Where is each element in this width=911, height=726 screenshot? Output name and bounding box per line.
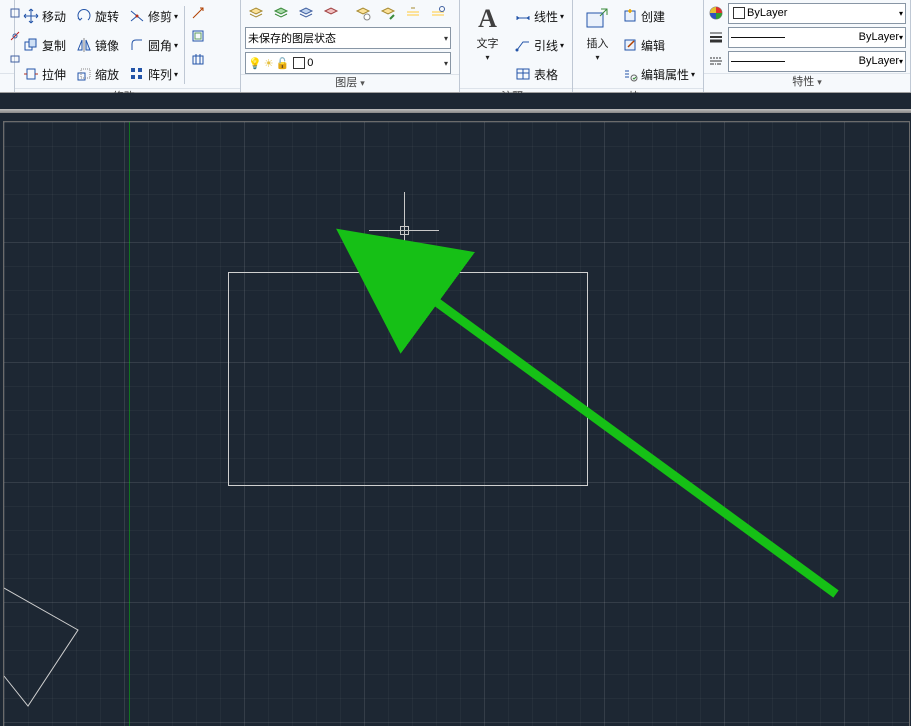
panel-block: 插入▾ 创建 编辑 编辑属性▾ 块 ▾ <box>573 0 704 92</box>
leader-button[interactable]: 引线▾ <box>511 31 568 59</box>
stretch-button[interactable]: 拉伸 <box>19 60 70 88</box>
layer-btn-2[interactable] <box>270 2 292 24</box>
prop-lineweight-combo[interactable]: ByLayer▾ <box>728 27 906 48</box>
move-icon <box>23 8 39 24</box>
trim-icon <box>129 8 145 24</box>
modify-extra-3[interactable] <box>187 48 209 70</box>
trim-button[interactable]: 修剪▾ <box>125 2 182 30</box>
rotate-button[interactable]: 旋转 <box>72 2 123 30</box>
bulb-icon: 💡 <box>248 57 262 70</box>
prop-linetype-combo[interactable]: ByLayer▾ <box>728 51 906 72</box>
panel-annotate: A 文字▾ 线性▾ 引线▾ 表格 注释 ▾ <box>460 0 573 92</box>
scale-button[interactable]: 缩放 <box>72 60 123 88</box>
color-wheel-icon <box>708 5 724 21</box>
fillet-button[interactable]: 圆角▾ <box>125 31 182 59</box>
polyline-entity[interactable] <box>4 578 104 708</box>
leader-icon <box>515 37 531 53</box>
layer-btn-3[interactable] <box>295 2 317 24</box>
chevron-down-icon: ▾ <box>174 70 178 79</box>
table-icon <box>515 66 531 82</box>
chevron-down-icon: ▾ <box>174 41 178 50</box>
block-attr-button[interactable]: 编辑属性▾ <box>618 60 699 88</box>
insert-block-button[interactable]: 插入▾ <box>577 2 618 74</box>
panel-title-left <box>0 73 14 92</box>
mirror-button[interactable]: 镜像 <box>72 31 123 59</box>
trim-label: 修剪 <box>148 8 172 25</box>
table-button[interactable]: 表格 <box>511 60 568 88</box>
layer-btn-6[interactable] <box>377 2 399 24</box>
scale-icon <box>76 66 92 82</box>
text-button[interactable]: A 文字▾ <box>464 2 511 74</box>
lineweight-icon <box>708 29 724 45</box>
block-attr-icon <box>622 66 638 82</box>
block-edit-button[interactable]: 编辑 <box>618 31 699 59</box>
panel-modify: 移动 复制 拉伸 旋转 镜像 <box>15 0 241 92</box>
block-edit-icon <box>622 37 638 53</box>
insert-block-icon <box>583 5 611 33</box>
layer-current-label: 0 <box>307 57 313 69</box>
copy-button[interactable]: 复制 <box>19 31 70 59</box>
mirror-label: 镜像 <box>95 37 119 54</box>
scale-label: 缩放 <box>95 66 119 83</box>
modify-extra-1[interactable] <box>187 2 209 24</box>
array-icon <box>129 66 145 82</box>
copy-label: 复制 <box>42 37 66 54</box>
rotate-label: 旋转 <box>95 8 119 25</box>
drawing-canvas[interactable] <box>3 121 910 726</box>
mirror-icon <box>76 37 92 53</box>
stage-separator <box>0 109 911 113</box>
move-button[interactable]: 移动 <box>19 2 70 30</box>
panel-properties: ByLayer▾ ByLayer▾ ByLayer▾ 特性 ▾ <box>704 0 911 92</box>
array-label: 阵列 <box>148 66 172 83</box>
lock-icon: 🔓 <box>276 57 290 70</box>
stretch-icon <box>23 66 39 82</box>
axis-y <box>129 122 130 726</box>
color-swatch <box>733 7 745 19</box>
layer-state-combo[interactable]: 未保存的图层状态▾ <box>245 27 451 49</box>
copy-icon <box>23 37 39 53</box>
layer-current-combo[interactable]: 💡 ☀ 🔓 0 ▾ <box>245 52 451 74</box>
ribbon: 移动 复制 拉伸 旋转 镜像 <box>0 0 911 93</box>
layer-btn-4[interactable] <box>320 2 342 24</box>
layer-color-swatch <box>293 57 305 69</box>
panel-title-properties[interactable]: 特性 ▾ <box>704 73 910 92</box>
layer-btn-8[interactable] <box>427 2 449 24</box>
pickbox <box>400 226 409 235</box>
block-create-icon <box>622 8 638 24</box>
prop-color-combo[interactable]: ByLayer▾ <box>728 3 906 24</box>
fillet-icon <box>129 37 145 53</box>
rotate-icon <box>76 8 92 24</box>
modify-extra-2[interactable] <box>187 25 209 47</box>
move-label: 移动 <box>42 8 66 25</box>
block-create-button[interactable]: 创建 <box>618 2 699 30</box>
layer-btn-5[interactable] <box>352 2 374 24</box>
linear-dim-icon <box>515 8 531 24</box>
array-button[interactable]: 阵列▾ <box>125 60 182 88</box>
layer-state-label: 未保存的图层状态 <box>248 30 336 46</box>
sun-icon: ☀ <box>264 57 274 70</box>
model-space <box>0 93 911 726</box>
layer-btn-1[interactable] <box>245 2 267 24</box>
stretch-label: 拉伸 <box>42 66 66 83</box>
panel-title-layers[interactable]: 图层 ▾ <box>241 74 459 92</box>
panel-layers: 未保存的图层状态▾ 💡 ☀ 🔓 0 ▾ 图层 ▾ <box>241 0 460 92</box>
layer-btn-7[interactable] <box>402 2 424 24</box>
fillet-label: 圆角 <box>148 37 172 54</box>
rectangle-entity[interactable] <box>228 272 588 486</box>
text-icon: A <box>473 5 501 33</box>
linear-dim-button[interactable]: 线性▾ <box>511 2 568 30</box>
chevron-down-icon: ▾ <box>174 12 178 21</box>
linetype-icon <box>708 53 724 69</box>
